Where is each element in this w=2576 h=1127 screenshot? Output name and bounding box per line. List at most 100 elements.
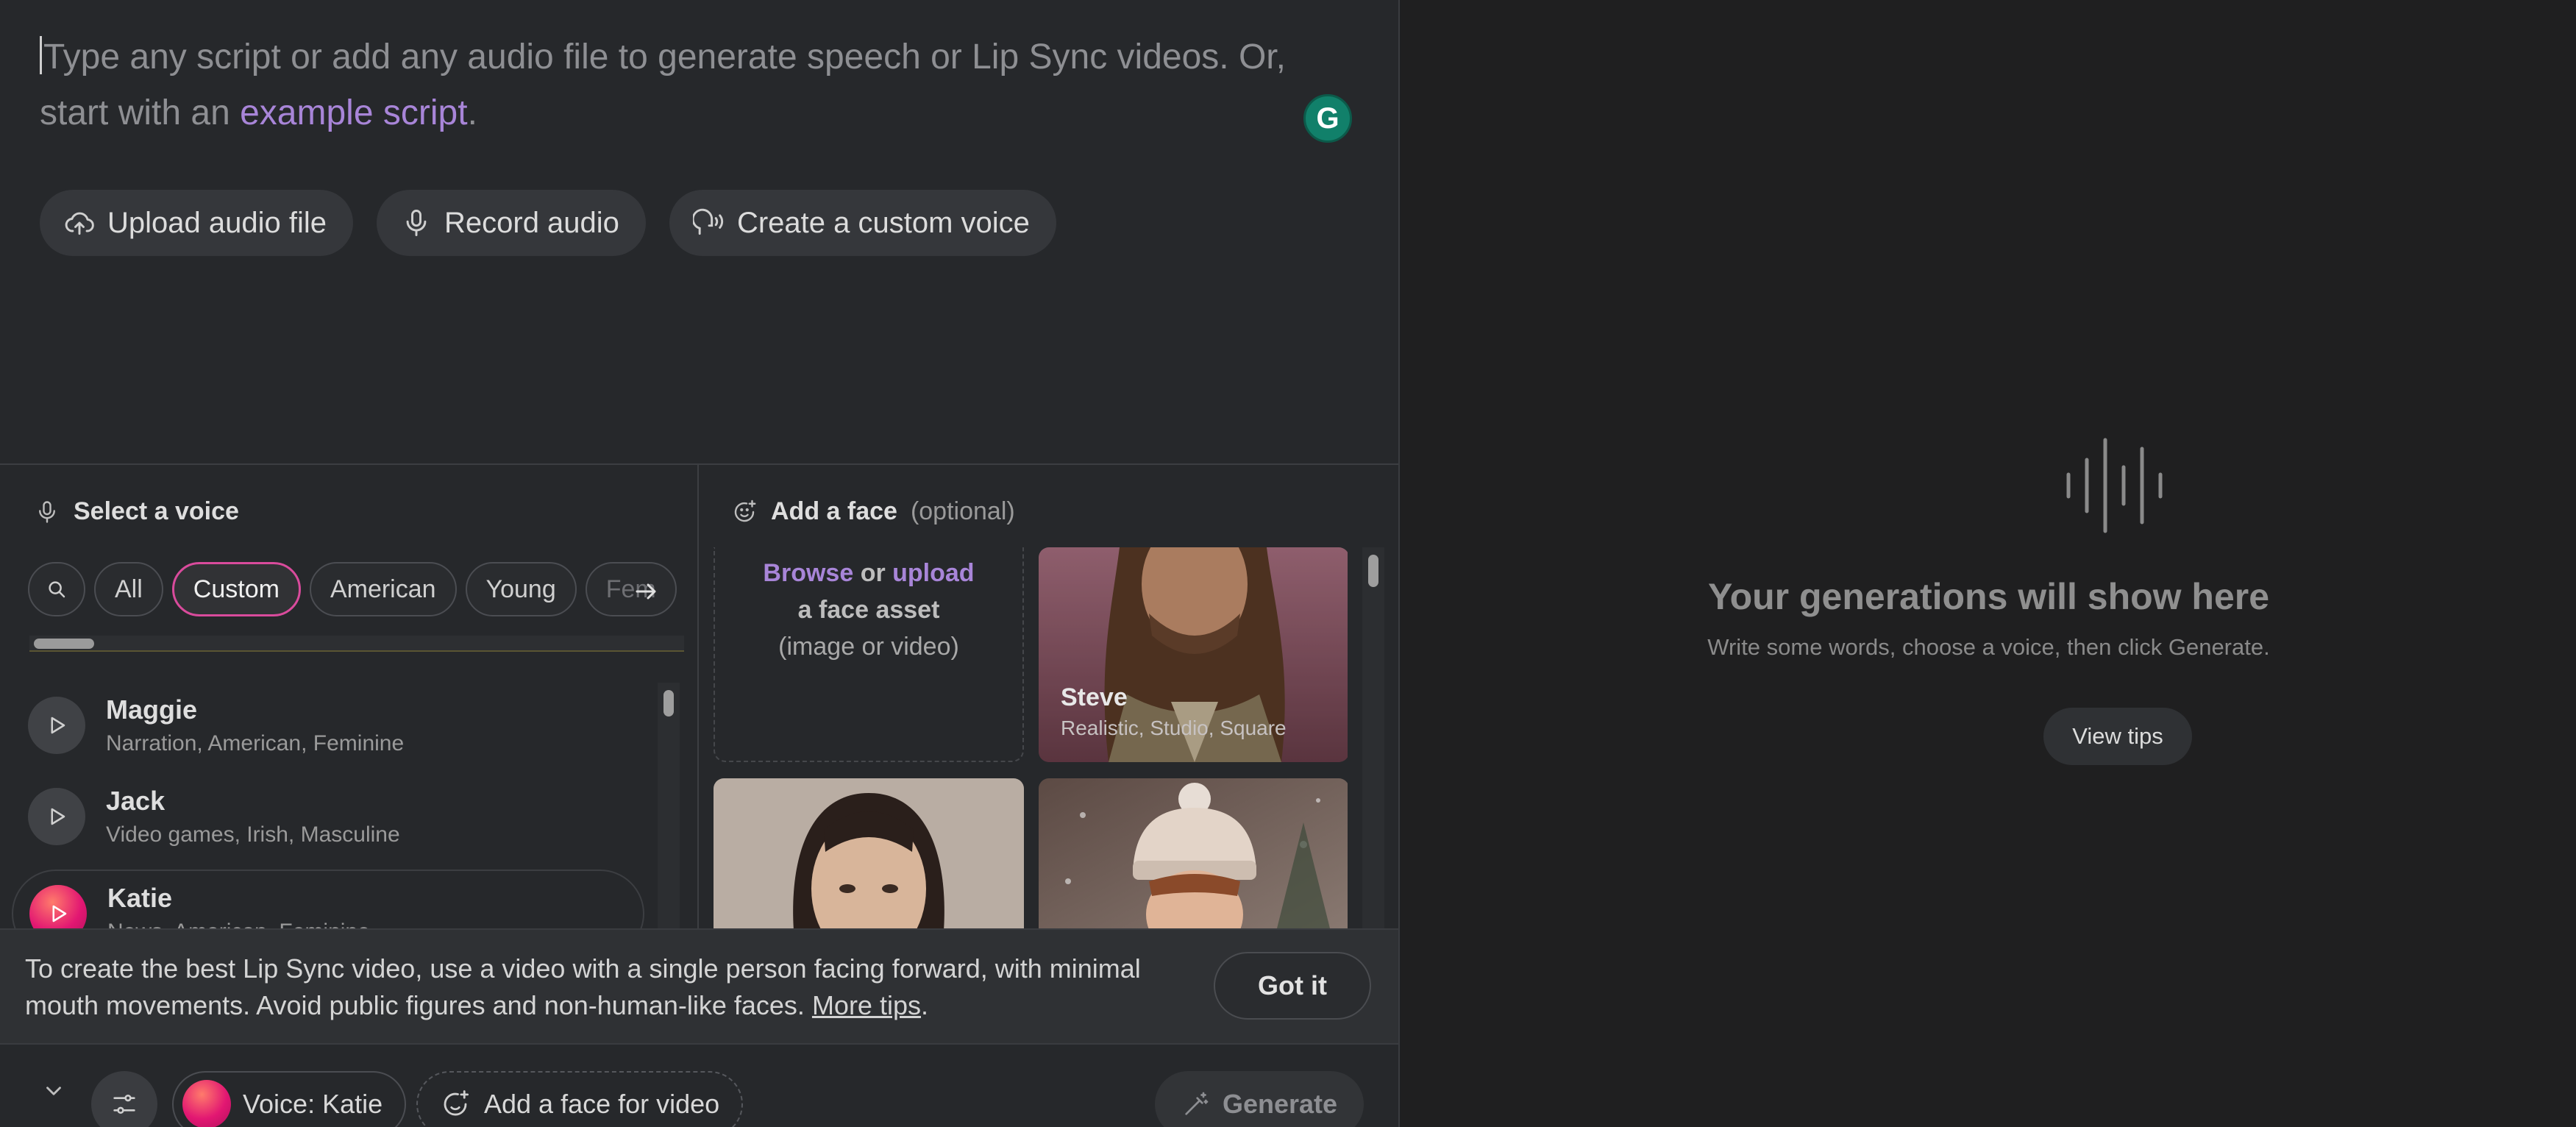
grammarly-letter: G [1316,102,1339,135]
voice-avatar [182,1080,231,1127]
play-button[interactable] [28,788,85,845]
voice-list-scrollbar[interactable] [658,683,680,928]
filter-chip-american[interactable]: American [309,562,457,616]
record-audio-button[interactable]: Record audio [377,190,646,256]
or-text: or [860,559,886,587]
voice-item-jack[interactable]: Jack Video games, Irish, Masculine [12,772,644,861]
face-grid-scrollbar[interactable] [1362,547,1384,928]
play-button[interactable] [29,885,87,928]
text-caret [40,36,42,74]
play-icon [51,717,65,734]
search-icon [49,581,65,598]
upload-line-1: Browse or upload [715,555,1022,591]
panel-divider [697,465,699,928]
face-name: Steve [1061,683,1128,711]
upload-audio-button[interactable]: Upload audio file [40,190,353,256]
magic-wand-icon [1185,1092,1209,1115]
lip-sync-tip-banner: To create the best Lip Sync video, use a… [0,928,1398,1045]
settings-sliders-button[interactable] [91,1071,157,1127]
tip-message: To create the best Lip Sync video, use a… [25,953,1141,1020]
voice-tags: News, American, Feminine [107,920,370,928]
voice-info: Katie News, American, Feminine [107,883,370,928]
scrollbar-thumb[interactable] [663,690,674,717]
voice-info: Jack Video games, Irish, Masculine [106,786,400,847]
voice-name: Jack [106,786,166,816]
add-face-label: Add a face for video [484,1089,720,1119]
filter-chip-feminine[interactable]: Fem [585,562,677,616]
voice-tags: Video games, Irish, Masculine [106,822,400,847]
create-custom-voice-button[interactable]: Create a custom voice [669,190,1056,256]
generations-pane [1401,0,2576,1127]
empty-state-subtitle: Write some words, choose a voice, then c… [1707,634,2270,660]
tip-end: . [920,990,928,1020]
voice-selector-label: Voice: Katie [243,1089,383,1119]
voice-tags: Narration, American, Feminine [106,731,405,756]
sliders-icon [113,1095,135,1114]
cloud-upload-icon [65,212,94,235]
sound-wave-icon [2066,438,2163,533]
play-button[interactable] [28,697,85,754]
chevron-down-icon[interactable] [41,1078,66,1103]
script-actions: Upload audio file Record audio Create a … [40,190,1056,256]
microphone-icon [39,500,55,523]
face-upload-dropzone[interactable]: Browse or upload a face asset (image or … [714,547,1024,762]
filter-chip-all[interactable]: All [94,562,163,616]
face-panel-title: Add a face (optional) [731,497,1015,526]
create-custom-voice-label: Create a custom voice [736,206,1030,239]
play-icon [51,808,65,825]
upload-link[interactable]: upload [892,559,974,587]
voice-filter-chips: All Custom American Young Fem [28,562,681,616]
face-add-icon [444,1090,469,1116]
tip-text: To create the best Lip Sync video, use a… [25,950,1173,1024]
filter-chip-young[interactable]: Young [465,562,577,616]
more-tips-link[interactable]: More tips [812,990,921,1020]
voice-item-maggie[interactable]: Maggie Narration, American, Feminine [12,681,644,769]
face-card-child[interactable] [1039,778,1348,928]
voice-panel-title: Select a voice [34,497,239,526]
face-grid: Browse or upload a face asset (image or … [714,547,1348,928]
face-thumbnail [714,778,1024,928]
example-script-link[interactable]: example script [240,93,467,132]
script-input[interactable]: Type any script or add any audio file to… [40,29,1334,141]
upload-audio-label: Upload audio file [107,206,327,239]
got-it-button[interactable]: Got it [1214,952,1371,1020]
face-panel-title-text: Add a face [771,497,897,525]
bottom-toolbar: Voice: Katie Add a face for video Genera… [0,1046,1398,1127]
arrow-right-icon[interactable] [633,578,659,605]
empty-state-title: Your generations will show here [1707,576,2270,617]
record-audio-label: Record audio [444,206,619,239]
face-desc: Realistic, Studio, Square [1061,717,1287,739]
face-add-icon [734,499,756,522]
filter-scrollbar[interactable] [29,636,684,652]
play-icon [52,905,67,922]
voice-list: Maggie Narration, American, Feminine Jac… [0,675,662,928]
browse-link[interactable]: Browse [763,559,853,587]
voice-item-katie[interactable]: Katie News, American, Feminine [12,870,644,928]
voice-head-icon [692,208,724,235]
voice-info: Maggie Narration, American, Feminine [106,694,404,756]
face-thumbnail [1039,778,1348,928]
grammarly-icon[interactable]: G [1303,94,1352,143]
generate-button[interactable]: Generate [1155,1071,1364,1127]
face-card-woman[interactable] [714,778,1024,928]
section-divider [0,463,1398,465]
add-face-button[interactable]: Add a face for video [416,1071,744,1127]
generate-label: Generate [1222,1089,1338,1119]
voice-panel-title-text: Select a voice [74,497,239,525]
scrollbar-thumb[interactable] [1368,555,1378,587]
voice-search-button[interactable] [28,562,85,616]
voice-selector-button[interactable]: Voice: Katie [172,1071,407,1127]
upload-line-3: (image or video) [778,633,959,661]
face-card-steve[interactable]: Steve Realistic, Studio, Square [1039,547,1348,762]
face-label: Steve Realistic, Studio, Square [1061,683,1287,740]
filter-chip-custom[interactable]: Custom [171,562,301,616]
script-placeholder: Type any script or add any audio file to… [40,38,1286,132]
view-tips-button[interactable]: View tips [2043,708,2192,765]
script-placeholder-end: . [467,93,477,132]
microphone-icon [406,210,427,236]
voice-name: Maggie [106,694,198,725]
scrollbar-thumb[interactable] [34,639,94,649]
editor-pane: Type any script or add any audio file to… [0,0,1400,1127]
upload-line-2: a face asset [797,596,940,624]
optional-label: (optional) [910,497,1015,525]
